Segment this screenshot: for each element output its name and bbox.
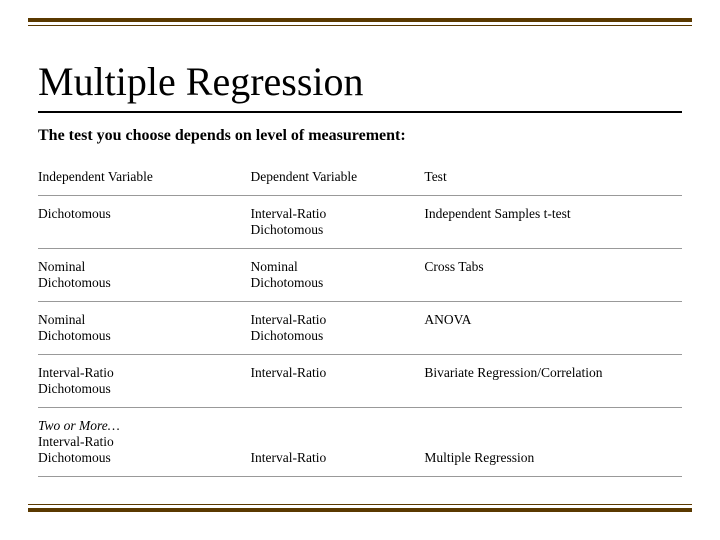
table-row: NominalDichotomous Interval-RatioDichoto…: [38, 302, 682, 355]
cell-iv: Interval-RatioDichotomous: [38, 355, 251, 408]
cell-test: ANOVA: [424, 302, 682, 355]
table-row: Two or More… Interval-RatioDichotomous I…: [38, 408, 682, 477]
top-border: [28, 18, 692, 26]
cell-dv: Interval-RatioDichotomous: [251, 302, 425, 355]
tests-table: Independent Variable Dependent Variable …: [38, 159, 682, 477]
page-title: Multiple Regression: [38, 58, 682, 105]
header-iv: Independent Variable: [38, 159, 251, 196]
table-row: NominalDichotomous NominalDichotomous Cr…: [38, 249, 682, 302]
cell-iv-prefix: Two or More…: [38, 418, 120, 433]
header-dv: Dependent Variable: [251, 159, 425, 196]
cell-test: Independent Samples t-test: [424, 196, 682, 249]
cell-iv: Dichotomous: [38, 196, 251, 249]
cell-iv: NominalDichotomous: [38, 302, 251, 355]
cell-test: Bivariate Regression/Correlation: [424, 355, 682, 408]
cell-iv: NominalDichotomous: [38, 249, 251, 302]
cell-dv: Interval-RatioDichotomous: [251, 196, 425, 249]
title-underline: [38, 111, 682, 113]
cell-iv: Two or More… Interval-RatioDichotomous: [38, 408, 251, 477]
table-row: Dichotomous Interval-RatioDichotomous In…: [38, 196, 682, 249]
slide: Multiple Regression The test you choose …: [0, 0, 720, 540]
bottom-border: [28, 504, 692, 512]
cell-test: Cross Tabs: [424, 249, 682, 302]
table-row: Interval-RatioDichotomous Interval-Ratio…: [38, 355, 682, 408]
cell-test: Multiple Regression: [424, 408, 682, 477]
content-area: Multiple Regression The test you choose …: [38, 58, 682, 477]
cell-dv: Interval-Ratio: [251, 408, 425, 477]
subtitle: The test you choose depends on level of …: [38, 127, 682, 145]
cell-dv: NominalDichotomous: [251, 249, 425, 302]
header-test: Test: [424, 159, 682, 196]
cell-iv-rest: Interval-RatioDichotomous: [38, 434, 114, 465]
table-header-row: Independent Variable Dependent Variable …: [38, 159, 682, 196]
cell-dv: Interval-Ratio: [251, 355, 425, 408]
